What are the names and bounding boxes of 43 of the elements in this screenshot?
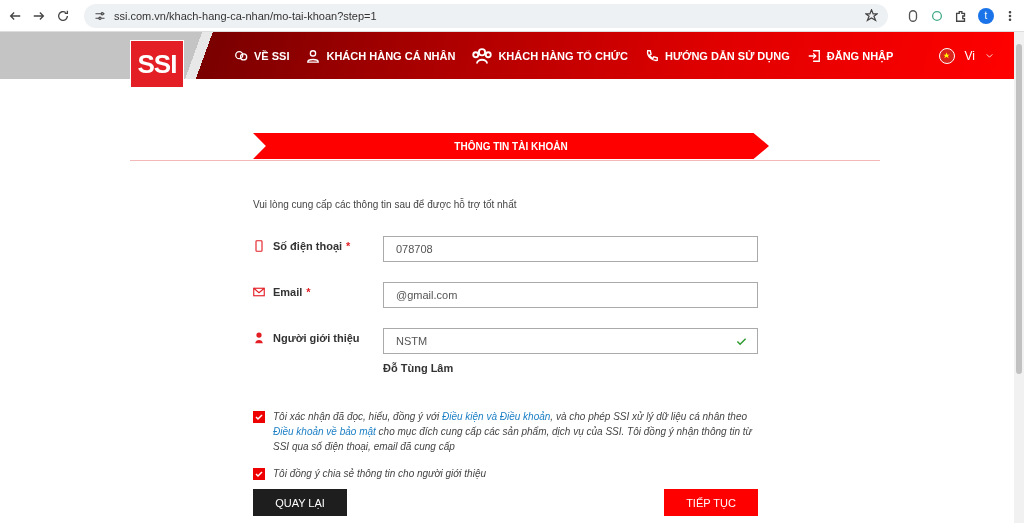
nav-link[interactable]: ĐĂNG NHẬP [806, 48, 894, 63]
input-field[interactable]: @gmail.com [383, 282, 758, 308]
referrer-name: Đỗ Tùng Lâm [383, 362, 455, 374]
scrollbar-thumb[interactable] [1016, 44, 1022, 374]
url-text: ssi.com.vn/khach-hang-ca-nhan/mo-tai-khoan?step=1 [114, 9, 378, 22]
field-label: Email * [273, 286, 311, 298]
field-label: Số điện thoại * [273, 240, 351, 252]
flag-icon [938, 47, 955, 64]
checkbox[interactable] [253, 468, 265, 480]
input-field[interactable]: 078708 [383, 236, 758, 262]
person-icon [253, 332, 265, 344]
chat-icon [234, 48, 248, 63]
phone-icon [644, 48, 659, 63]
nav-link[interactable]: KHÁCH HÀNG TỔ CHỨC [472, 45, 628, 66]
chevron-down-icon [985, 51, 994, 60]
profile-avatar[interactable]: t [978, 7, 994, 24]
mail-icon [253, 286, 265, 298]
nav-link[interactable]: HƯỚNG DẪN SỬ DỤNG [644, 48, 790, 63]
mobile-phone-icon [253, 240, 265, 252]
puzzle-icon [954, 8, 968, 23]
intro-text: Vui lòng cung cấp các thông tin sau để được hỗ trợ tốt nhất [253, 199, 518, 210]
field-label: Người giới thiệu [273, 332, 360, 344]
reload-icon [56, 8, 70, 23]
group-icon [472, 45, 493, 66]
continue-button[interactable]: TIẾP TỤC [664, 489, 758, 516]
site-settings-icon [94, 9, 106, 22]
terms-link[interactable]: Điều khoản về bảo mật [273, 426, 376, 437]
consent-text: Tôi xác nhận đã đọc, hiểu, đồng ý với Điều kiện và Điều khoản, và cho phép SSI xử lý dữ liệu cá nhân theo Điều khoản về bảo mật cho mục đích cung cấp các sản phẩm, dịch vụ của SSI. Tôi đồng ý nhận thông tin từ SSI qua số điện thoại, email đã cung cấp [273, 410, 754, 454]
back-button[interactable]: QUAY LẠI [253, 489, 347, 516]
input-field[interactable]: NSTM [383, 328, 758, 354]
nav-link[interactable]: KHÁCH HÀNG CÁ NHÂN [306, 48, 456, 63]
checkbox[interactable] [253, 411, 265, 423]
language-selector[interactable]: Vi [938, 47, 994, 64]
address-bar[interactable]: ssi.com.vn/khach-hang-ca-nhan/mo-tai-khoan?step=1 [84, 3, 888, 28]
login-icon [806, 48, 821, 63]
logo[interactable]: SSI [130, 40, 184, 88]
step-banner: THÔNG TIN TÀI KHOẢN [253, 133, 769, 159]
mouse-icon [906, 8, 920, 23]
person-icon [306, 48, 321, 63]
consent-text: Tôi đồng ý chia sẻ thông tin cho người giới thiệu [273, 467, 486, 481]
extension-circle-icon [930, 8, 944, 23]
nav-link[interactable]: VỀ SSI [234, 48, 290, 63]
bookmark-star-icon [865, 9, 878, 22]
